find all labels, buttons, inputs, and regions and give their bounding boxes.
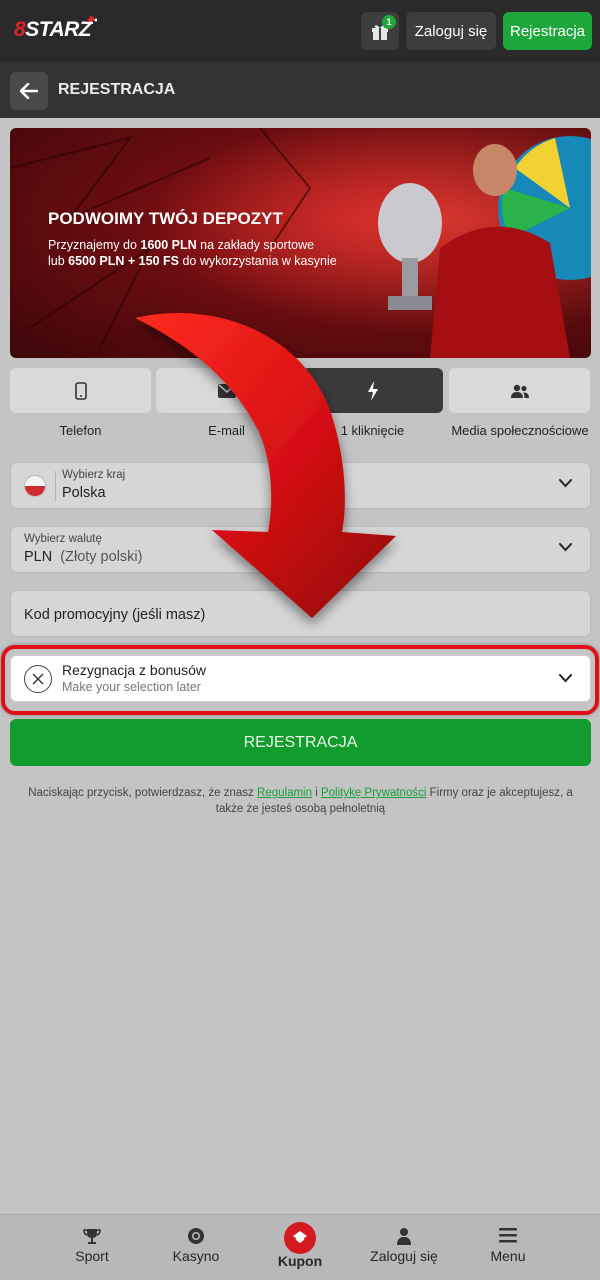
tab-email-label: E-mail — [208, 423, 245, 438]
nav-coupon[interactable]: Kupon — [250, 1215, 350, 1280]
tab-social-label: Media społecznościowe — [451, 423, 589, 438]
tab-one-click[interactable] — [302, 368, 443, 413]
bonus-subtitle: Make your selection later — [62, 680, 201, 694]
login-button[interactable]: Zaloguj się — [406, 12, 496, 50]
register-button[interactable]: Rejestracja — [503, 12, 592, 50]
hamburger-menu-icon — [499, 1228, 517, 1243]
gift-button[interactable]: 1 — [361, 12, 399, 50]
country-label: Wybierz kraj — [62, 469, 126, 481]
ticket-icon — [284, 1222, 316, 1254]
santa-hat-icon — [85, 15, 98, 24]
tab-social[interactable] — [449, 368, 590, 413]
country-value: Polska — [62, 485, 106, 501]
terms-text: Naciskając przycisk, potwierdzasz, że zn… — [28, 787, 573, 815]
logo[interactable]: 8STARZ — [14, 15, 98, 46]
privacy-policy-link[interactable]: Politykę Prywatności — [321, 787, 426, 799]
arrow-left-icon — [20, 83, 38, 99]
currency-select[interactable]: Wybierz walutę PLN (Złoty polski) — [10, 526, 591, 573]
lightning-icon — [367, 380, 378, 401]
nav-sport[interactable]: Sport — [42, 1215, 142, 1280]
gift-count-badge: 1 — [382, 15, 396, 29]
submit-registration-button[interactable]: REJESTRACJA — [10, 719, 591, 766]
page-header: REJESTRACJA — [0, 62, 600, 118]
terms-link[interactable]: Regulamin — [257, 787, 312, 799]
promo-code-input[interactable]: Kod promocyjny (jeśli masz) — [10, 590, 591, 637]
tab-phone[interactable] — [10, 368, 151, 413]
user-icon — [397, 1228, 411, 1245]
trophy-icon — [83, 1229, 101, 1244]
nav-menu[interactable]: Menu — [458, 1215, 558, 1280]
promo-code-placeholder: Kod promocyjny (jeśli masz) — [24, 607, 206, 623]
top-header: 8STARZ 1 Zaloguj się Rejestracja — [0, 0, 600, 62]
envelope-icon — [217, 383, 236, 398]
bonus-select[interactable]: Rezygnacja z bonusów Make your selection… — [10, 655, 591, 702]
bonus-title: Rezygnacja z bonusów — [62, 662, 206, 678]
banner-description: Przyznajemy do 1600 PLN na zakłady sport… — [48, 238, 337, 268]
users-icon — [510, 384, 529, 398]
currency-value: PLN (Złoty polski) — [24, 549, 143, 565]
back-button[interactable] — [10, 72, 48, 110]
nav-login[interactable]: Zaloguj się — [354, 1215, 454, 1280]
chevron-down-icon — [559, 543, 572, 552]
casino-chip-icon — [188, 1228, 204, 1244]
nav-casino[interactable]: Kasyno — [146, 1215, 246, 1280]
tab-email[interactable] — [156, 368, 297, 413]
tab-one-click-label: 1 kliknięcie — [340, 423, 405, 438]
close-circle-icon — [24, 665, 52, 693]
currency-label: Wybierz walutę — [24, 533, 102, 545]
page-title: REJESTRACJA — [58, 81, 176, 98]
banner-title: PODWOIMY TWÓJ DEPOZYT — [48, 209, 283, 228]
poland-flag-icon — [24, 475, 46, 497]
promo-banner[interactable]: PODWOIMY TWÓJ DEPOZYT Przyznajemy do 160… — [10, 128, 591, 358]
chevron-down-icon — [559, 479, 572, 488]
bottom-navigation: Sport Kasyno Kupon Zaloguj się Menu — [0, 1214, 600, 1280]
phone-icon — [74, 381, 87, 400]
chevron-down-icon — [559, 674, 572, 683]
divider — [55, 471, 56, 501]
tab-phone-label: Telefon — [59, 423, 102, 438]
country-select[interactable]: Wybierz kraj Polska — [10, 462, 591, 509]
